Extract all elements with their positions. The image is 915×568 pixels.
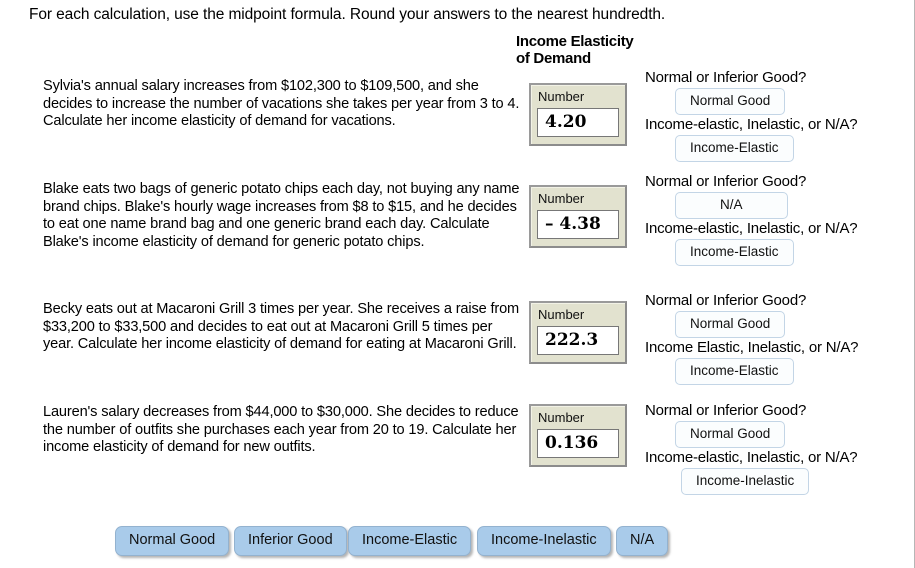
good-type-question-2: Normal or Inferior Good?: [645, 173, 807, 190]
column-header-income-elasticity: Income Elasticity of Demand: [516, 33, 656, 67]
elasticity-answer-slot-2[interactable]: Income-Elastic: [675, 239, 794, 266]
good-answer-slot-2[interactable]: N/A: [675, 192, 788, 219]
number-input-3[interactable]: 222.3: [537, 326, 619, 355]
good-answer-slot-wrap-4: Normal Good: [645, 421, 913, 448]
elasticity-answer-slot-wrap-1: Income-Elastic: [645, 135, 913, 162]
column-header-line2: of Demand: [516, 50, 591, 67]
token-income-inelastic[interactable]: Income-Inelastic: [477, 526, 611, 556]
good-type-question-3: Normal or Inferior Good?: [645, 292, 807, 309]
number-entry-label-3: Number: [538, 307, 585, 322]
number-entry-2[interactable]: Number – 4.38: [529, 185, 627, 248]
token-inferior-good[interactable]: Inferior Good: [234, 526, 347, 556]
good-answer-slot-wrap-3: Normal Good: [645, 311, 913, 338]
number-entry-4[interactable]: Number 0.136: [529, 404, 627, 467]
good-answer-slot-wrap-1: Normal Good: [645, 88, 913, 115]
elasticity-question-1: Income-elastic, Inelastic, or N/A?: [645, 116, 858, 133]
elasticity-answer-slot-3[interactable]: Income-Elastic: [675, 358, 794, 385]
good-answer-slot-3[interactable]: Normal Good: [675, 311, 786, 338]
elasticity-question-3: Income Elastic, Inelastic, or N/A?: [645, 339, 859, 356]
elasticity-question-4: Income-elastic, Inelastic, or N/A?: [645, 449, 858, 466]
number-input-1[interactable]: 4.20: [537, 108, 619, 137]
column-header-line1: Income Elasticity: [516, 33, 634, 50]
good-answer-slot-4[interactable]: Normal Good: [675, 421, 786, 448]
question-prompt-2: Blake eats two bags of generic potato ch…: [43, 181, 520, 250]
elasticity-question-2: Income-elastic, Inelastic, or N/A?: [645, 220, 858, 237]
answer-column-3: Normal or Inferior Good? Normal Good Inc…: [645, 291, 913, 385]
good-type-question-1: Normal or Inferior Good?: [645, 69, 807, 86]
elasticity-answer-slot-wrap-3: Income-Elastic: [645, 358, 913, 385]
answer-column-2: Normal or Inferior Good? N/A Income-elas…: [645, 172, 913, 266]
question-prompt-4: Lauren's salary decreases from $44,000 t…: [43, 404, 519, 456]
answer-token-tray: Normal Good Inferior Good Income-Elastic…: [0, 526, 915, 568]
good-type-question-4: Normal or Inferior Good?: [645, 402, 807, 419]
elasticity-answer-slot-1[interactable]: Income-Elastic: [675, 135, 794, 162]
number-entry-1[interactable]: Number 4.20: [529, 83, 627, 146]
number-input-4[interactable]: 0.136: [537, 429, 619, 458]
token-income-elastic[interactable]: Income-Elastic: [348, 526, 472, 556]
elasticity-answer-slot-wrap-2: Income-Elastic: [645, 239, 913, 266]
answer-column-4: Normal or Inferior Good? Normal Good Inc…: [645, 401, 913, 495]
number-entry-label-4: Number: [538, 410, 585, 425]
number-input-2[interactable]: – 4.38: [537, 210, 619, 239]
answer-column-1: Normal or Inferior Good? Normal Good Inc…: [645, 68, 913, 162]
token-normal-good[interactable]: Normal Good: [115, 526, 230, 556]
elasticity-answer-slot-4[interactable]: Income-Inelastic: [681, 468, 810, 495]
good-answer-slot-wrap-2: N/A: [645, 192, 913, 219]
good-answer-slot-1[interactable]: Normal Good: [675, 88, 786, 115]
number-entry-label-2: Number: [538, 191, 585, 206]
worksheet-canvas: For each calculation, use the midpoint f…: [0, 0, 915, 568]
instruction-text: For each calculation, use the midpoint f…: [29, 6, 666, 23]
question-prompt-1: Sylvia's annual salary increases from $1…: [43, 78, 520, 130]
number-entry-3[interactable]: Number 222.3: [529, 301, 627, 364]
question-prompt-3: Becky eats out at Macaroni Grill 3 times…: [43, 301, 520, 353]
token-na[interactable]: N/A: [616, 526, 669, 556]
elasticity-answer-slot-wrap-4: Income-Inelastic: [645, 468, 913, 495]
number-entry-label-1: Number: [538, 89, 585, 104]
